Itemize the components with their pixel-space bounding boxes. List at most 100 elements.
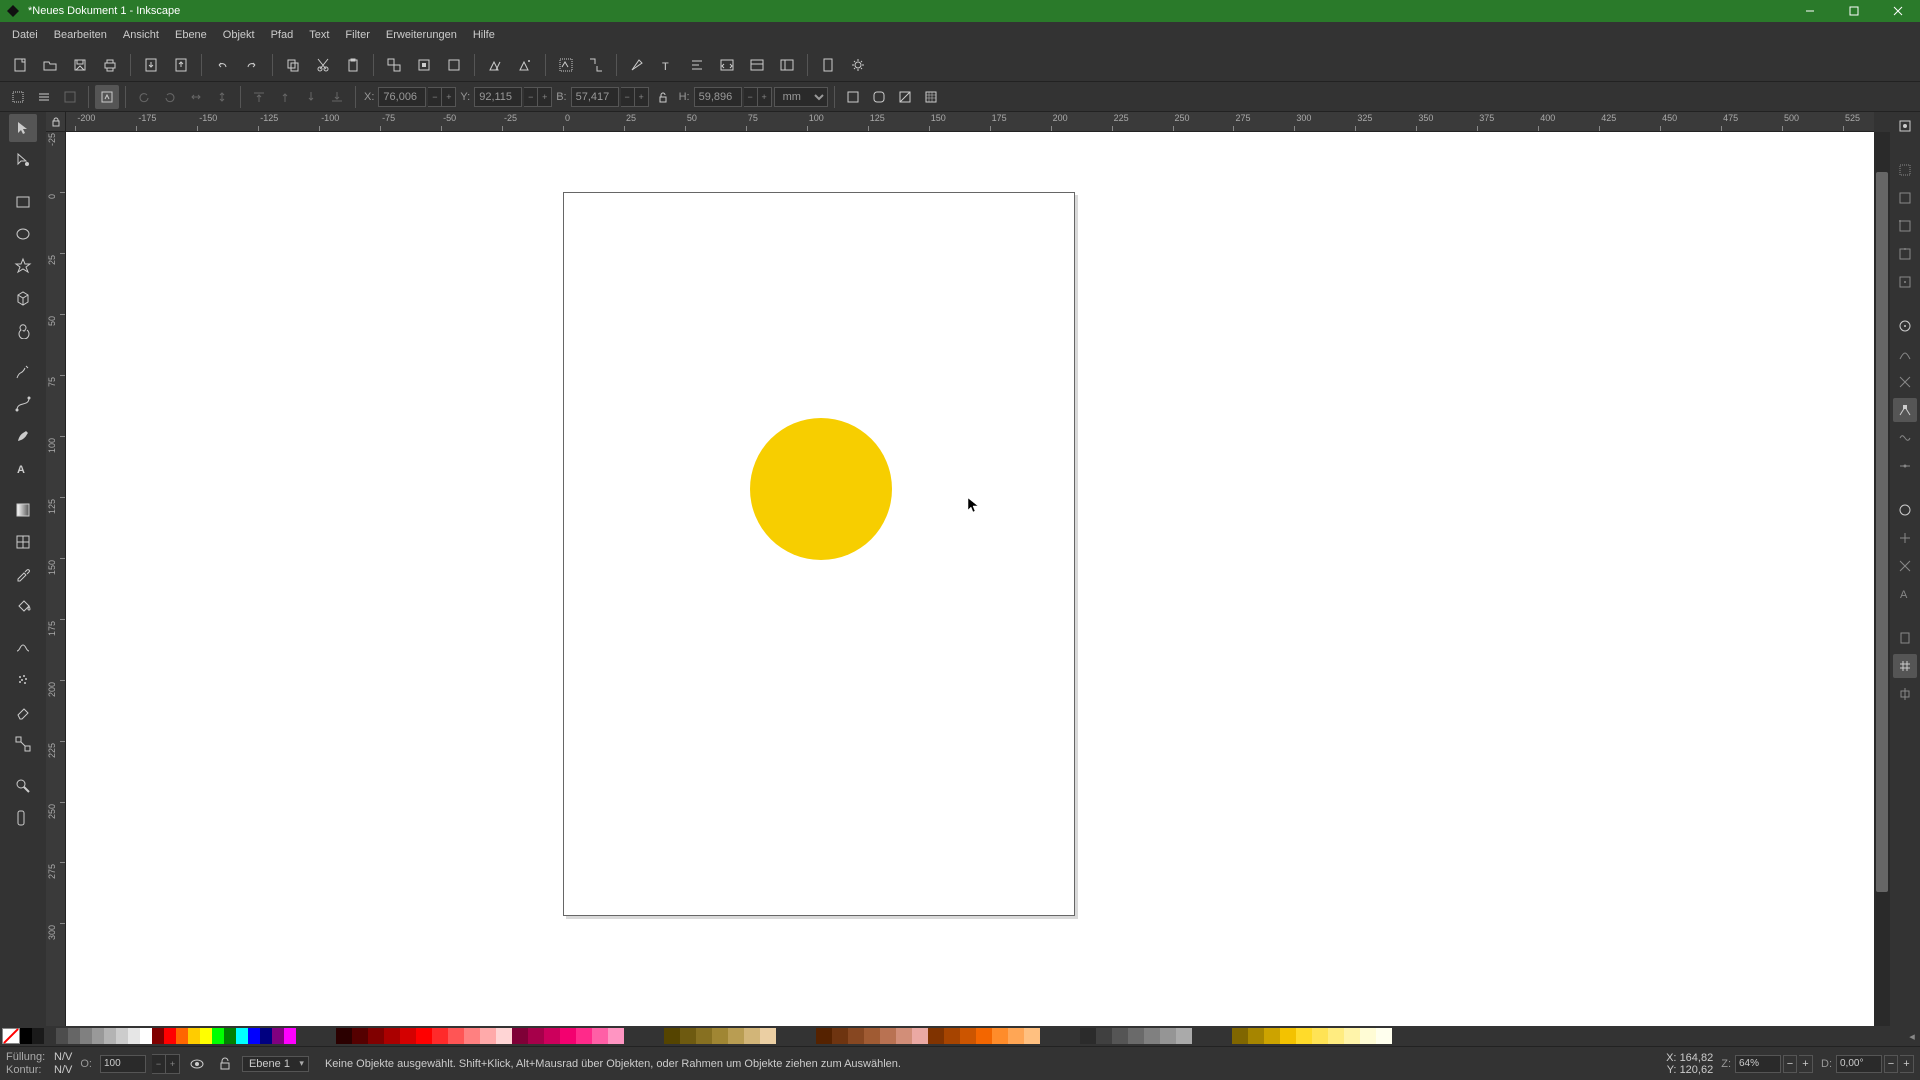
flip-h-button[interactable] [184, 85, 208, 109]
rectangle-tool[interactable] [9, 188, 37, 216]
fill-stroke-indicator[interactable]: Füllung:N/V Kontur:N/V [6, 1051, 72, 1076]
swatch[interactable] [1280, 1028, 1296, 1044]
swatch[interactable] [140, 1028, 152, 1044]
x-increment[interactable]: + [442, 87, 456, 107]
swatch[interactable] [1096, 1028, 1112, 1044]
swatch[interactable] [116, 1028, 128, 1044]
open-doc-button[interactable] [36, 51, 64, 79]
swatch[interactable] [1160, 1028, 1176, 1044]
eraser-tool[interactable] [9, 698, 37, 726]
preferences-button[interactable] [844, 51, 872, 79]
snap-rotation-button[interactable] [1893, 554, 1917, 578]
swatch[interactable] [912, 1028, 928, 1044]
deselect-button[interactable] [58, 85, 82, 109]
tweak-tool[interactable] [9, 634, 37, 662]
gradient-tool[interactable] [9, 496, 37, 524]
layer-selector[interactable]: Ebene 1 [242, 1056, 309, 1072]
swatch[interactable] [352, 1028, 368, 1044]
move-pattern-button[interactable] [919, 85, 943, 109]
menu-hilfe[interactable]: Hilfe [465, 26, 503, 44]
swatch[interactable] [832, 1028, 848, 1044]
swatch[interactable] [336, 1028, 352, 1044]
palette-menu-icon[interactable]: ◂ [1904, 1028, 1920, 1044]
swatch[interactable] [104, 1028, 116, 1044]
x-decrement[interactable]: − [428, 87, 442, 107]
no-color-swatch[interactable] [2, 1028, 20, 1044]
rotate-ccw-button[interactable] [132, 85, 156, 109]
zoom-out[interactable]: − [1783, 1055, 1797, 1073]
swatch[interactable] [384, 1028, 400, 1044]
ruler-vertical[interactable]: -250255075100125150175200225250275300 [46, 132, 66, 1030]
swatch[interactable] [80, 1028, 92, 1044]
swatch[interactable] [368, 1028, 384, 1044]
swatch[interactable] [896, 1028, 912, 1044]
x-input[interactable] [378, 87, 426, 107]
swatch[interactable] [544, 1028, 560, 1044]
rotation-input[interactable] [1836, 1055, 1882, 1073]
snap-bbox-midpoint-button[interactable] [1893, 242, 1917, 266]
zoom-tool[interactable] [9, 772, 37, 800]
zoom-page-button[interactable] [440, 51, 468, 79]
opacity-decrement[interactable]: − [152, 1054, 166, 1074]
swatch[interactable] [848, 1028, 864, 1044]
y-decrement[interactable]: − [524, 87, 538, 107]
swatch[interactable] [744, 1028, 760, 1044]
swatch[interactable] [608, 1028, 624, 1044]
swatch[interactable] [44, 1028, 56, 1044]
swatch[interactable] [992, 1028, 1008, 1044]
swatch[interactable] [416, 1028, 432, 1044]
swatch[interactable] [512, 1028, 528, 1044]
menu-filter[interactable]: Filter [337, 26, 377, 44]
snap-bbox-button[interactable] [1893, 158, 1917, 182]
raise-button[interactable] [273, 85, 297, 109]
swatch[interactable] [1112, 1028, 1128, 1044]
opacity-increment[interactable]: + [166, 1054, 180, 1074]
swatch[interactable] [32, 1028, 44, 1044]
text-tool-button[interactable]: T [653, 51, 681, 79]
copy-button[interactable] [279, 51, 307, 79]
swatch[interactable] [164, 1028, 176, 1044]
swatch[interactable] [560, 1028, 576, 1044]
snap-cusp-button[interactable] [1893, 398, 1917, 422]
swatch[interactable] [1232, 1028, 1248, 1044]
selectors-button[interactable] [773, 51, 801, 79]
swatch[interactable] [1008, 1028, 1024, 1044]
maximize-button[interactable] [1832, 0, 1876, 22]
paste-button[interactable] [339, 51, 367, 79]
swatch[interactable] [864, 1028, 880, 1044]
h-input[interactable] [694, 87, 742, 107]
import-button[interactable] [137, 51, 165, 79]
layers-button[interactable] [743, 51, 771, 79]
group-button[interactable] [552, 51, 580, 79]
opacity-input[interactable] [100, 1055, 146, 1073]
menu-ansicht[interactable]: Ansicht [115, 26, 167, 44]
swatch[interactable] [664, 1028, 680, 1044]
swatch[interactable] [816, 1028, 832, 1044]
swatch[interactable] [260, 1028, 272, 1044]
minimize-button[interactable] [1788, 0, 1832, 22]
snap-center-button[interactable] [1893, 526, 1917, 550]
swatch[interactable] [248, 1028, 260, 1044]
toggle-bbox-button[interactable] [95, 85, 119, 109]
w-decrement[interactable]: − [621, 87, 635, 107]
doc-properties-button[interactable] [814, 51, 842, 79]
print-button[interactable] [96, 51, 124, 79]
zoom-selection-button[interactable] [380, 51, 408, 79]
h-decrement[interactable]: − [744, 87, 758, 107]
redo-button[interactable] [238, 51, 266, 79]
spray-tool[interactable] [9, 666, 37, 694]
menu-bearbeiten[interactable]: Bearbeiten [46, 26, 115, 44]
menu-datei[interactable]: Datei [4, 26, 46, 44]
xml-editor-button[interactable] [713, 51, 741, 79]
lower-button[interactable] [299, 85, 323, 109]
menu-erweiterungen[interactable]: Erweiterungen [378, 26, 465, 44]
swatch[interactable] [448, 1028, 464, 1044]
swatch[interactable] [960, 1028, 976, 1044]
fill-stroke-button[interactable] [623, 51, 651, 79]
calligraphy-tool[interactable] [9, 422, 37, 450]
lower-bottom-button[interactable] [325, 85, 349, 109]
select-all-layers-button[interactable] [6, 85, 30, 109]
ungroup-button[interactable] [582, 51, 610, 79]
swatch[interactable] [1328, 1028, 1344, 1044]
move-gradient-button[interactable] [893, 85, 917, 109]
